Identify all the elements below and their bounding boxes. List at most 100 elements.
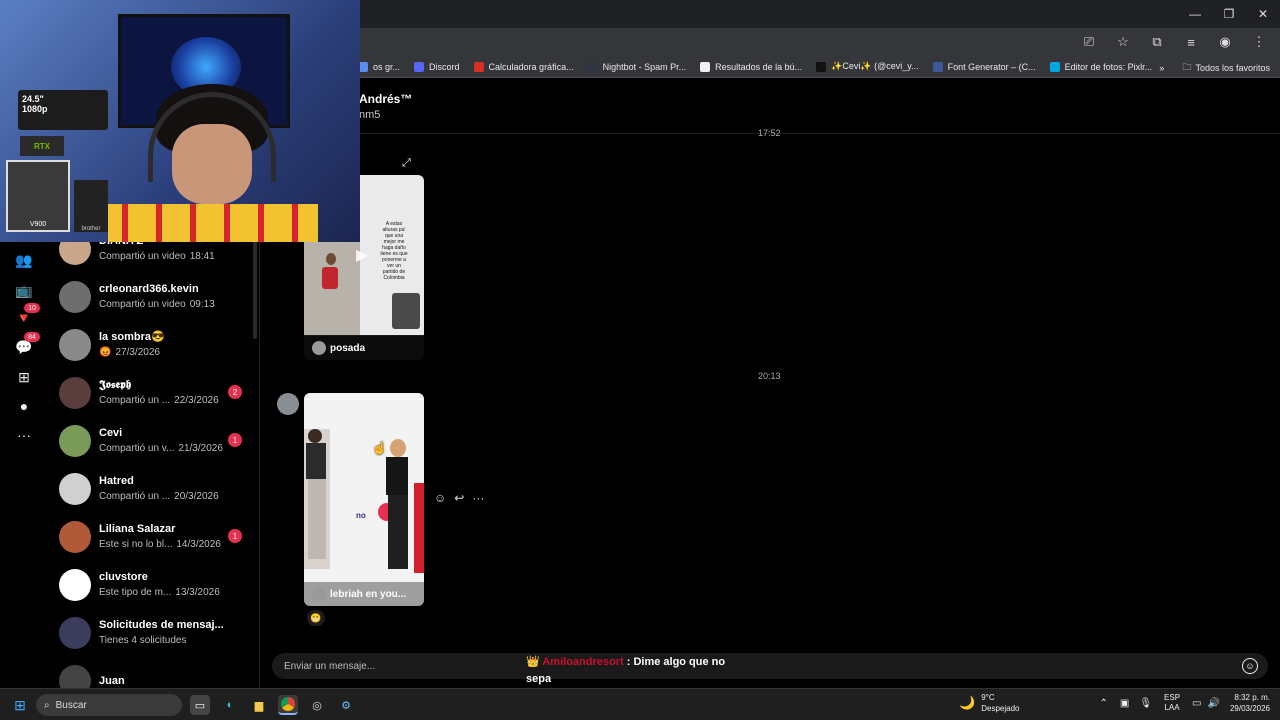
clock-time: 8:32 p. m. bbox=[1234, 693, 1270, 702]
conversation-item[interactable]: Solicitudes de mensaj... Tienes 4 solicit… bbox=[48, 609, 259, 657]
bookmark-item[interactable]: Nightbot - Spam Pr... bbox=[587, 61, 686, 72]
conversation-name: Juan bbox=[99, 675, 125, 687]
conversation-item[interactable]: crleonard366.kevin Compartió un video 09:1… bbox=[48, 273, 259, 321]
preview-text: Compartió un ... bbox=[99, 491, 171, 502]
clock-date: 29/03/2026 bbox=[1229, 704, 1270, 713]
language-indicator[interactable]: ESP LAA bbox=[1164, 693, 1180, 713]
clock[interactable]: 8:32 p. m. 29/03/2026 bbox=[1230, 692, 1270, 714]
monitor-box: 24.5" 1080p bbox=[18, 90, 108, 130]
bookmark-item[interactable]: os gr... bbox=[358, 61, 400, 72]
preview-time: 13/3/2026 bbox=[175, 587, 220, 598]
friends-icon[interactable]: 👥 bbox=[12, 249, 36, 271]
caption-line: Colombia bbox=[383, 275, 405, 281]
conversation-item[interactable]: Hatred Compartió un ... 20/3/2026 bbox=[48, 465, 259, 513]
shared-video-2[interactable]: no ☝ lebriah en you... bbox=[304, 393, 424, 606]
conversation-item[interactable]: Liliana Salazar Este si no lo bl... 14/3/2… bbox=[48, 513, 259, 561]
react-icon[interactable]: ☺ bbox=[434, 491, 446, 505]
task-view-icon[interactable]: ▭ bbox=[190, 695, 210, 715]
conversation-item[interactable]: Cevi Compartió un v... 21/3/2026 1 bbox=[48, 417, 259, 465]
bookmark-item[interactable]: Editor de fotos: Pixlr... bbox=[1049, 61, 1153, 72]
head-shape bbox=[326, 253, 336, 265]
play-icon[interactable]: ▶ bbox=[356, 245, 368, 265]
volume-icon[interactable]: 🔊 bbox=[1208, 698, 1220, 709]
edge-icon[interactable]: ◐ bbox=[220, 695, 240, 715]
more-bookmarks-icon[interactable]: » bbox=[1159, 63, 1164, 73]
obs-icon[interactable]: ◎ bbox=[307, 695, 327, 715]
sender-avatar[interactable] bbox=[277, 393, 299, 415]
chevron-up-icon[interactable]: ⌃ bbox=[1099, 698, 1107, 709]
conversation-item[interactable]: cluvstore Este tipo de m... 13/3/2026 bbox=[48, 561, 259, 609]
start-icon[interactable]: ⊞ bbox=[10, 695, 30, 715]
profile-icon[interactable]: ◉ bbox=[1212, 32, 1238, 52]
preview-time: 18:41 bbox=[189, 251, 215, 262]
taskbar-search[interactable]: ⌕ Buscar bbox=[36, 694, 182, 716]
explorer-icon[interactable]: ▆ bbox=[249, 695, 269, 715]
bookmark-item[interactable]: Calculadora gráfica... bbox=[473, 61, 574, 72]
mic-icon[interactable]: 🎙 bbox=[1139, 698, 1152, 709]
bookmark-label: ✨Cevi✨ (@cevi_y... bbox=[831, 61, 919, 71]
live-icon[interactable]: 📺 bbox=[12, 279, 36, 301]
avatar bbox=[59, 665, 91, 688]
reaction-chip[interactable]: 😬 bbox=[307, 610, 325, 626]
system-tray: 🌙 9°C Despejado ⌃ ▣ 🎙 ESP LAA ▭ 🔊 8:32 p… bbox=[959, 692, 1270, 714]
pc-case-box: V900 bbox=[6, 160, 70, 232]
expand-icon[interactable]: ⤢ bbox=[402, 157, 411, 170]
minimize-button[interactable]: — bbox=[1178, 0, 1212, 28]
conversation-text: Juan bbox=[99, 674, 259, 688]
unread-badge: 1 bbox=[228, 433, 242, 447]
all-favorites[interactable]: » 🗀 Todos los favoritos bbox=[1159, 60, 1270, 76]
conversation-name: Hatred bbox=[99, 475, 134, 487]
bookmark-list: os gr... Discord Calculadora gráfica... Nig… bbox=[358, 61, 1166, 72]
weather-widget[interactable]: 9°C Despejado bbox=[981, 692, 1019, 714]
preview-time: 21/3/2026 bbox=[178, 443, 223, 454]
bookmark-favicon-icon bbox=[932, 61, 943, 72]
weather-temp: 9°C bbox=[981, 693, 995, 702]
jersey-shape bbox=[108, 204, 318, 242]
message-input[interactable] bbox=[284, 658, 504, 674]
chat-contact-name[interactable]: Andrés™ bbox=[359, 92, 412, 106]
bookmark-favicon-icon bbox=[1049, 61, 1060, 72]
weather-desc: Despejado bbox=[981, 704, 1020, 713]
close-button[interactable]: ✕ bbox=[1246, 0, 1280, 28]
extensions-icon[interactable]: ⧉ bbox=[1144, 32, 1170, 52]
more-options-icon[interactable]: ··· bbox=[472, 491, 484, 505]
emoji-button[interactable]: ☺ bbox=[1242, 658, 1258, 674]
conversation-item[interactable]: la sombra😎 😡 27/3/2026 bbox=[48, 321, 259, 369]
video-1-author: posada bbox=[330, 342, 366, 354]
bookmark-label: Editor de fotos: Pixlr... bbox=[1064, 61, 1153, 72]
menu-icon[interactable]: ⋮ bbox=[1246, 32, 1272, 52]
video-1-footer: posada bbox=[304, 336, 424, 360]
lang-line-1: ESP bbox=[1164, 693, 1181, 702]
conversation-preview: Tienes 4 solicitudes bbox=[99, 634, 259, 648]
reply-icon[interactable]: ↩ bbox=[454, 491, 464, 505]
cast-icon[interactable]: ⎚ bbox=[1076, 32, 1102, 52]
preview-text: Compartió un v... bbox=[99, 443, 175, 454]
display-icon[interactable]: ▭ bbox=[1192, 698, 1201, 709]
maximize-button[interactable]: ❐ bbox=[1212, 0, 1246, 28]
profile-avatar-icon[interactable]: ● bbox=[12, 395, 36, 417]
conversation-item[interactable]: 𝕵𝖔𝖘𝖊𝖕𝖍 Compartió un ... 22/3/2026 2 bbox=[48, 369, 259, 417]
avatar bbox=[59, 377, 91, 409]
chat-contact-username: nm5 bbox=[359, 109, 381, 121]
bookmark-item[interactable]: Discord bbox=[414, 61, 460, 72]
bookmark-item[interactable]: Font Generator – (C... bbox=[932, 61, 1036, 72]
bookmark-favicon-icon bbox=[816, 61, 827, 72]
conversation-preview: 😡 27/3/2026 bbox=[99, 346, 259, 360]
avatar bbox=[59, 569, 91, 601]
weather-icon: 🌙 bbox=[959, 695, 976, 710]
star-icon[interactable]: ☆ bbox=[1110, 32, 1136, 52]
stream-chat-message: 👑 Amiloandresort : Dime algo que no sepa bbox=[526, 654, 746, 688]
upload-icon[interactable]: ⊞ bbox=[12, 366, 36, 388]
video-2-footer: lebriah en you... bbox=[304, 582, 424, 606]
bookmark-item[interactable]: ✨Cevi✨ (@cevi_y... bbox=[816, 61, 919, 72]
network-icon[interactable]: ▣ bbox=[1120, 698, 1129, 709]
conversation-item[interactable]: Juan bbox=[48, 657, 259, 688]
torso-shape bbox=[386, 457, 408, 495]
bookmark-item[interactable]: Resultados de la bú... bbox=[700, 61, 802, 72]
search-icon: ⌕ bbox=[44, 699, 50, 711]
media-icon[interactable]: ≡ bbox=[1178, 32, 1204, 52]
steam-icon[interactable]: ⚙ bbox=[336, 695, 356, 715]
chrome-icon[interactable] bbox=[278, 695, 298, 715]
bookmark-favicon-icon bbox=[414, 61, 425, 72]
more-icon[interactable]: ··· bbox=[12, 424, 36, 446]
